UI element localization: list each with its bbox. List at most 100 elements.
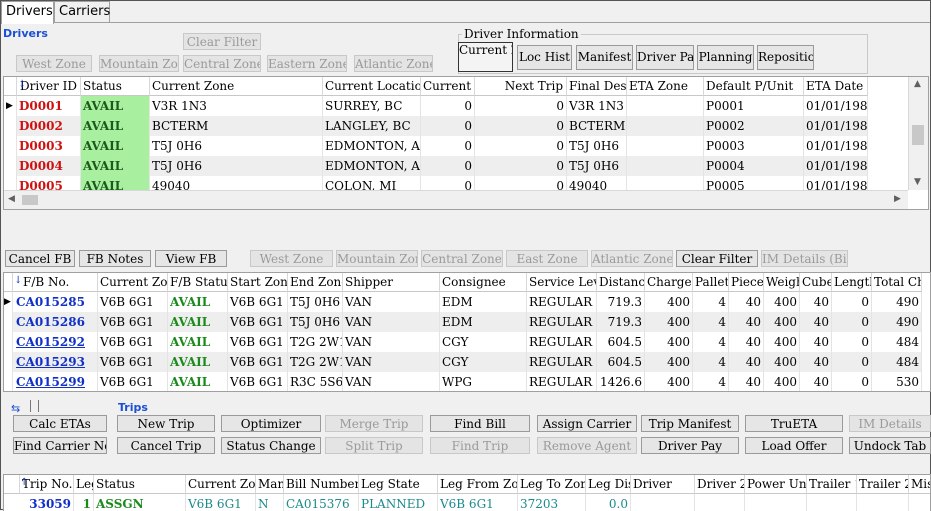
fb-col-header[interactable]: Weight (764, 273, 800, 292)
trip-action-button[interactable]: Assign Carrier (537, 415, 637, 432)
trip-action-button[interactable]: Load Offer (745, 437, 843, 454)
current-zone-button[interactable]: Current Zone (458, 42, 513, 72)
drivers-horizontal-scrollbar[interactable]: ◀ ▶ (4, 190, 908, 209)
table-row[interactable]: CA015286 V6B 6G1 AVAIL V6B 6G1 T5J 0H6 VAN EDM… (4, 312, 930, 332)
trip-action-button[interactable]: Calc ETAs (13, 415, 107, 432)
tab-drivers[interactable]: Drivers (1, 1, 54, 24)
scroll-down-icon[interactable]: ▼ (914, 177, 921, 187)
driver-cell[interactable]: D0003 (17, 136, 81, 156)
fb-col-header[interactable]: F/B Status (168, 273, 228, 292)
fb-col-header[interactable]: Service Level (527, 273, 597, 292)
trip-action-button[interactable]: TruETA (745, 415, 843, 432)
table-row[interactable]: CA015293 V6B 6G1 AVAIL V6B 6G1 T2G 2W1 VAN CGY… (4, 352, 930, 372)
fb-col-header[interactable]: Length (832, 273, 872, 292)
trip-col-header[interactable]: Leg State (359, 475, 438, 494)
fb-col-header[interactable]: End Zone (288, 273, 343, 292)
table-row[interactable]: D0003 AVAIL T5J 0H6 EDMONTON, AB 0 0 T5J 0H6 P0… (4, 136, 904, 156)
trip-action-button[interactable]: Cancel Trip (117, 437, 215, 454)
trips-grid[interactable]: Trip No.LegStatusCurrent ZoneManBill Num… (3, 474, 931, 511)
manifest-button[interactable]: Manifest (576, 45, 633, 70)
cancel-fb-button[interactable]: Cancel FB (5, 250, 75, 267)
trip-action-button[interactable]: Status Change (221, 437, 321, 454)
driver-cell[interactable]: D0002 (17, 116, 81, 136)
drivers-grid[interactable]: Driver ID Status Current Zone Current Locat… (3, 76, 929, 210)
fb-col-header[interactable]: Total Char (872, 273, 922, 292)
drivers-col-header[interactable]: Next Trip (475, 77, 567, 96)
trip-col-header[interactable]: Misc Equip (909, 475, 930, 494)
trip-action-button[interactable]: Undock Tab (849, 437, 931, 454)
drivers-col-header[interactable]: Final Destination (567, 77, 627, 96)
table-row[interactable]: CA015299 V6B 6G1 AVAIL V6B 6G1 R3C 5S6 VAN WPG… (4, 372, 930, 391)
table-row[interactable]: ▶ D0001 AVAIL V3R 1N3 SURREY, BC 0 0 V3R 1N3 P00… (4, 96, 904, 116)
scroll-left-icon[interactable]: ◀ (8, 194, 15, 204)
fb-col-header[interactable]: Consignee (440, 273, 527, 292)
freight-bill-cell[interactable]: CA015293 (13, 352, 98, 372)
fb-atlantic-zone-button[interactable]: Atlantic Zone (591, 250, 673, 267)
trip-col-header[interactable]: Leg (74, 475, 94, 494)
planning-button[interactable]: Planning (697, 45, 754, 70)
drivers-vscroll-thumb[interactable] (912, 125, 924, 145)
drivers-vertical-scrollbar[interactable]: ▲ ▼ (908, 77, 928, 190)
fb-col-header[interactable]: Distance (597, 273, 645, 292)
trip-action-button[interactable]: Optimizer (221, 415, 321, 432)
drivers-col-header[interactable]: Default P/Unit (704, 77, 804, 96)
trip-col-header[interactable]: Leg To Zone (518, 475, 586, 494)
drivers-col-header[interactable]: Current Zone (150, 77, 323, 96)
drivers-col-header[interactable]: Driver ID (17, 77, 81, 96)
trip-cell[interactable]: 33059 (20, 494, 74, 511)
drivers-west-zone-button[interactable]: West Zone (16, 55, 92, 72)
fb-col-header[interactable]: Current Zone (98, 273, 168, 292)
trip-action-button[interactable]: Find Trip (430, 437, 530, 454)
freight-bill-cell[interactable]: CA015299 (13, 372, 98, 391)
scroll-right-icon[interactable]: ▶ (894, 194, 901, 204)
fb-central-zone-button[interactable]: Central Zone (421, 250, 503, 267)
freight-bill-cell[interactable]: CA015292 (13, 332, 98, 352)
drivers-central-zone-button[interactable]: Central Zone (183, 55, 261, 72)
table-row[interactable]: D0002 AVAIL BCTERM LANGLEY, BC 0 0 BCTERM P0002… (4, 116, 904, 136)
fb-mountain-zone-button[interactable]: Mountain Zone (336, 250, 418, 267)
freight-bills-grid[interactable]: F/B No.Current ZoneF/B StatusStart ZoneE… (3, 272, 931, 392)
trip-action-button[interactable]: Trip Manifest (641, 415, 739, 432)
drivers-col-header[interactable]: ETA Zone (627, 77, 704, 96)
drivers-hscroll-thumb[interactable] (22, 195, 38, 205)
trip-action-button[interactable]: Find Carrier Near (13, 437, 107, 454)
fb-col-header[interactable]: Pallets (693, 273, 729, 292)
view-fb-button[interactable]: View FB (155, 250, 227, 267)
trip-col-header[interactable]: Status (94, 475, 186, 494)
trip-action-button[interactable]: IM Details (849, 415, 931, 432)
trip-action-button[interactable]: Find Bill (430, 415, 530, 432)
trip-action-button[interactable]: Remove Agent (537, 437, 637, 454)
trip-col-header[interactable]: Leg Dist (586, 475, 631, 494)
fb-clear-filter-button[interactable]: Clear Filter (676, 250, 758, 267)
loc-hist-button[interactable]: Loc Hist (517, 45, 572, 70)
trip-action-button[interactable]: New Trip (117, 415, 215, 432)
trip-col-header[interactable]: Bill Number (284, 475, 359, 494)
fb-col-header[interactable]: Start Zone (228, 273, 288, 292)
drivers-col-header[interactable]: Status (81, 77, 150, 96)
drivers-col-header[interactable]: Current Trip (421, 77, 475, 96)
scroll-up-icon[interactable]: ▲ (914, 79, 921, 89)
driver-cell[interactable]: D0004 (17, 156, 81, 176)
drivers-eastern-zone-button[interactable]: Eastern Zone (267, 55, 347, 72)
fb-col-header[interactable]: F/B No. (13, 273, 98, 292)
table-row[interactable]: ▶ CA015285 V6B 6G1 AVAIL V6B 6G1 T5J 0H6 VAN ED… (4, 292, 930, 312)
trip-action-button[interactable]: Merge Trip (325, 415, 423, 432)
fb-notes-button[interactable]: FB Notes (79, 250, 151, 267)
fb-col-header[interactable]: Charges (645, 273, 693, 292)
im-details-bill-button[interactable]: IM Details (Bill) (761, 250, 848, 267)
table-row[interactable]: CA015292 V6B 6G1 AVAIL V6B 6G1 T2G 2W1 VAN CGY… (4, 332, 930, 352)
fb-col-header[interactable]: Cube (800, 273, 832, 292)
tab-carriers[interactable]: Carriers (54, 1, 110, 22)
trip-col-header[interactable]: Trailer 1 (807, 475, 857, 494)
drivers-atlantic-zone-button[interactable]: Atlantic Zone (354, 55, 433, 72)
freight-bill-cell[interactable]: CA015285 (13, 292, 98, 312)
fb-col-header[interactable]: Pieces (729, 273, 764, 292)
trip-col-header[interactable]: Power Unit (745, 475, 807, 494)
drivers-mountain-zone-button[interactable]: Mountain Zone (99, 55, 179, 72)
table-row[interactable]: 33059 1 ASSGN V6B 6G1 N CA015376 PLANNED V6B 6G… (4, 494, 930, 511)
trip-col-header[interactable]: Man (256, 475, 284, 494)
drivers-col-header[interactable]: Current Location (323, 77, 421, 96)
reposition-button[interactable]: Reposition (757, 45, 814, 70)
trip-action-button[interactable]: Driver Pay (641, 437, 739, 454)
trip-col-header[interactable]: Leg From Zone (438, 475, 518, 494)
